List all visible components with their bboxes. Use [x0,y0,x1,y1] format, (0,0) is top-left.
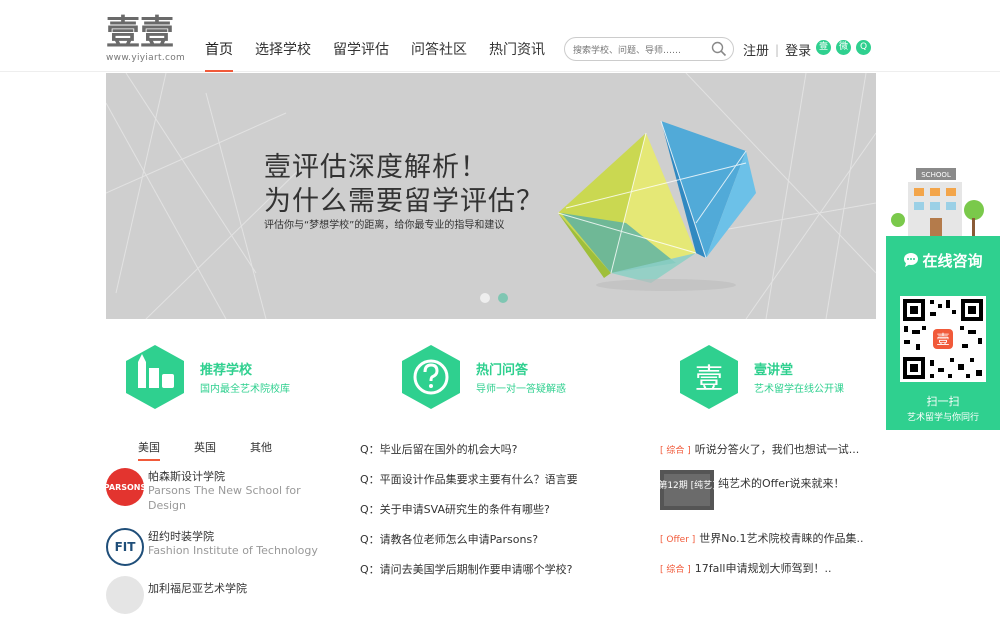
question-item[interactable]: Q：请教各位老师怎么申请Parsons? [360,531,630,547]
banner-title-line2: 为什么需要留学评估？ [264,186,544,217]
news-tag: [ 综合 ] [660,565,691,575]
news-tag: [ 综合 ] [660,446,691,456]
consult-header[interactable]: 在线咨询 [886,236,1000,284]
feature-lecture-hall[interactable]: 壹 壹讲堂 艺术留学在线公开课 [678,344,878,414]
school-name-en: Fashion Institute of Technology [148,544,318,557]
tab-uk[interactable]: 英国 [194,439,216,461]
school-name-en: Parsons The New School for Design [148,484,301,512]
question-item[interactable]: Q：关于申请SVA研究生的条件有哪些? [360,501,630,517]
news-thumbnail-image: 第12期 [纯艺] [660,470,714,510]
qr-code: 壹 [900,296,986,382]
search-box [564,37,734,62]
nav-item-news[interactable]: 热门资讯 [489,0,545,72]
school-name-cn[interactable]: 加利福尼亚艺术学院 [148,580,247,596]
feature-title: 推荐学校 [200,363,253,378]
chat-bubble-icon [904,253,919,267]
online-consult-panel[interactable]: 在线咨询 壹 扫一扫 艺术留学与你同行 [886,236,1000,430]
logo-main-text: 壹壹 [106,13,174,53]
school-building-illustration: SCHOOL [891,168,984,236]
thumbnail-caption: 第12期 [纯艺] [660,479,714,491]
crystal-illustration [557,120,756,291]
question-item[interactable]: Q：请问去美国学后期制作要申请哪个学校? [360,561,630,577]
carousel-dot[interactable] [480,293,490,303]
site-logo[interactable]: 壹壹 www.yiyiart.com [106,14,186,64]
carousel-dot-active[interactable] [498,293,508,303]
news-item[interactable]: [ 综合 ] 17fall申请规划大师驾到！.. [660,560,876,576]
nav-item-schools[interactable]: 选择学校 [255,0,311,72]
feature-subtitle: 导师一对一答疑解惑 [476,384,566,395]
yi-icon: 壹 [680,345,738,409]
weibo-icon[interactable]: 微 [836,40,851,55]
school-logo [106,576,144,614]
scan-label: 扫一扫 [926,395,960,408]
school-sign-text: SCHOOL [921,171,951,179]
auth-separator: | [775,42,780,57]
consult-slogan: 艺术留学与你同行 [906,413,979,423]
yiyi-icon[interactable]: 壹 [816,40,831,55]
auth-links: 注册 | 登录 [743,40,811,60]
news-item[interactable]: [ Offer ] 世界No.1艺术院校青睐的作品集.. [660,530,876,546]
tab-usa[interactable]: 美国 [138,439,160,461]
qr-code-image: 壹 [903,299,983,379]
news-tag: [ Offer ] [660,535,696,545]
carousel-dots [480,293,516,303]
school-logo: FIT [106,528,144,566]
news-thumbnail[interactable]: 第12期 [纯艺] [660,470,714,510]
news-title[interactable]: 世界No.1艺术院校青睐的作品集.. [699,532,863,545]
social-links: 壹 微 Q [816,40,876,55]
main-nav: 首页 选择学校 留学评估 问答社区 热门资讯 [205,0,567,72]
school-item[interactable]: PARSONS 帕森斯设计学院 Parsons The New School f… [104,468,346,514]
school-name-cn[interactable]: 纽约时装学院 [148,528,214,544]
hero-banner[interactable]: 壹评估深度解析！ 为什么需要留学评估？ 评估你与“梦想学校”的距离，给你最专业的… [106,73,876,319]
yi-icon-glyph: 壹 [695,362,723,395]
question-item[interactable]: Q：平面设计作品集要求主要有什么？语言要 [360,471,630,487]
nav-item-assessment[interactable]: 留学评估 [333,0,389,72]
consult-title: 在线咨询 [922,251,983,270]
pencil-tube-icon [126,345,184,409]
site-header: 壹壹 www.yiyiart.com 首页 选择学校 留学评估 问答社区 热门资… [0,0,1000,72]
feature-subtitle: 艺术留学在线公开课 [754,384,844,395]
banner-subtitle: 评估你与“梦想学校”的距离，给你最专业的指导和建议 [264,220,505,231]
feature-subtitle: 国内最全艺术院校库 [200,384,290,395]
search-icon[interactable] [711,41,727,57]
question-icon [402,345,460,409]
school-name-cn[interactable]: 帕森斯设计学院 [148,468,225,484]
nav-item-home[interactable]: 首页 [205,0,233,72]
news-title[interactable]: 17fall申请规划大师驾到！.. [695,562,832,575]
nav-item-qa[interactable]: 问答社区 [411,0,467,72]
school-item[interactable]: FIT 纽约时装学院 Fashion Institute of Technolo… [106,528,346,574]
school-logo: PARSONS [104,468,146,506]
login-link[interactable]: 登录 [785,40,811,59]
school-region-tabs: 美国 英国 其他 [138,439,306,461]
qq-icon[interactable]: Q [856,40,871,55]
feature-hot-qa[interactable]: 热门问答 导师一对一答疑解惑 [400,344,620,414]
feature-title: 热门问答 [476,363,529,378]
feature-recommend-schools[interactable]: 推荐学校 国内最全艺术院校库 [124,344,344,414]
tab-other[interactable]: 其他 [250,439,272,461]
feature-title: 壹讲堂 [754,363,794,378]
news-title[interactable]: 听说分答火了，我们也想试一试... [695,443,860,456]
register-link[interactable]: 注册 [743,40,769,59]
search-input[interactable] [573,40,711,62]
logo-url: www.yiyiart.com [106,53,186,63]
question-item[interactable]: Q：毕业后留在国外的机会大吗? [360,441,630,457]
qr-center-logo: 壹 [936,333,949,348]
school-item[interactable]: 加利福尼亚艺术学院 [106,576,346,622]
news-item[interactable]: [ 综合 ] 听说分答火了，我们也想试一试... [660,441,876,457]
news-featured-title[interactable]: 纯艺术的Offer说来就来！ [718,475,845,491]
